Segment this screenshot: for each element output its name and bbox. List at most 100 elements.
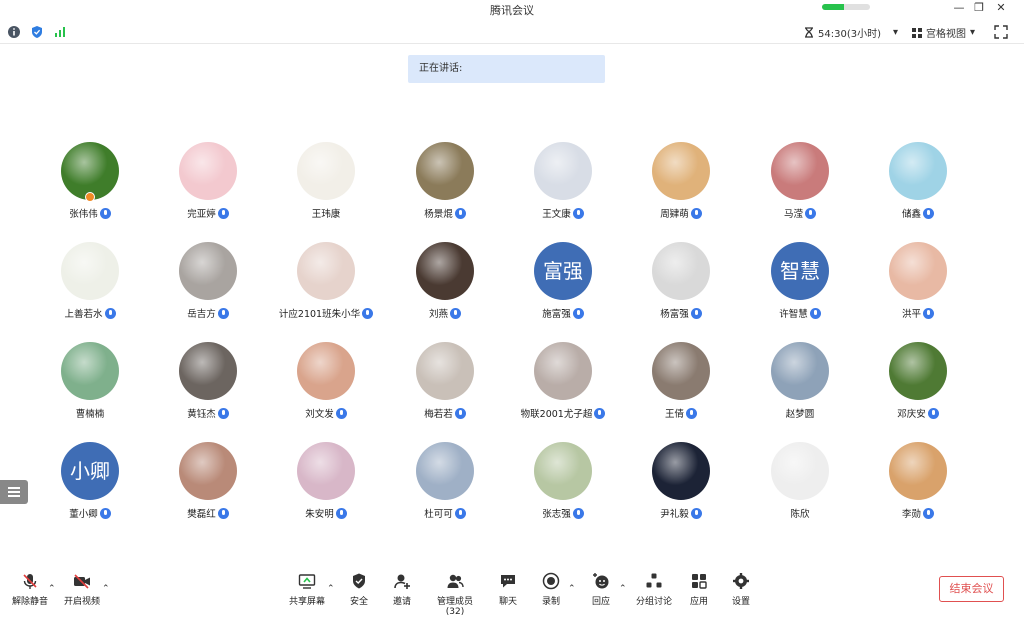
end-meeting-button[interactable]: 结束会议 [939,576,1004,602]
participant-tile[interactable]: 刘燕 [386,242,504,328]
apps-button[interactable]: 应用 [684,572,714,612]
grid-view-icon [912,27,922,38]
participant-name: 物联2001尤子超 [520,409,593,420]
participant-tile[interactable]: 完亚婷 [149,142,267,228]
info-icon[interactable] [7,25,21,39]
participant-name-line: 周肄萌 [622,206,740,220]
settings-button[interactable]: 设置 [726,572,756,612]
shield-icon[interactable] [30,25,44,39]
participant-tile[interactable]: 邓庆安 [859,342,977,428]
participant-avatar [416,442,474,500]
participant-avatar [179,342,237,400]
participant-name: 完亚婷 [187,209,216,220]
participant-avatar [652,242,710,300]
fullscreen-icon[interactable] [994,25,1008,39]
share-screen-button[interactable]: 共享屏幕 [286,572,328,612]
mic-status-icon [572,308,584,319]
participant-name-line: 邓庆安 [859,406,977,420]
participant-tile[interactable]: 马滢 [741,142,859,228]
restore-button[interactable]: ❐ [970,1,988,15]
record-button[interactable]: 录制 [534,572,568,612]
participant-tile[interactable]: 樊磊红 [149,442,267,528]
participant-tile[interactable]: 梅若若 [386,342,504,428]
mic-status-icon [217,508,229,519]
participant-tile[interactable]: 黄钰杰 [149,342,267,428]
participant-tile[interactable]: 曹楠楠 [31,342,149,428]
breakout-button[interactable]: 分组讨论 [632,572,676,612]
participant-tile[interactable]: 周肄萌 [622,142,740,228]
participant-avatar [179,442,237,500]
chat-button[interactable]: 聊天 [492,572,524,612]
mic-status-icon [99,208,111,219]
manage-members-button[interactable]: 管理成员(32) [428,572,482,617]
participant-tile[interactable]: 赵梦圆 [741,342,859,428]
participant-tile[interactable]: 杨富强 [622,242,740,328]
participant-tile[interactable]: 杜可可 [386,442,504,528]
participant-tile[interactable]: 王文康 [504,142,622,228]
mic-muted-icon [23,574,37,589]
participant-tile[interactable]: 储鑫 [859,142,977,228]
member-list-toggle[interactable] [0,480,28,504]
participant-tile[interactable]: 物联2001尤子超 [504,342,622,428]
participant-avatar [416,142,474,200]
participant-name-line: 董小卿 [31,506,149,520]
participant-tile[interactable]: 上善若水 [31,242,149,328]
record-options-caret[interactable]: ⌃ [568,584,576,594]
signal-icon[interactable] [53,25,67,39]
breakout-label: 分组讨论 [635,597,672,607]
reaction-label: 回应 [591,597,610,607]
view-mode-button[interactable]: 宫格视图 ▾ [912,25,975,40]
participant-name: 刘燕 [428,309,448,320]
meeting-toolbar: 解除静音 ⌃ 开启视频 ⌃ 共享屏幕 ⌃ 安全 邀请 管理成员(32) 聊天 录… [0,568,1024,617]
participant-tile[interactable]: 洪平 [859,242,977,328]
video-options-caret[interactable]: ⌃ [102,584,110,594]
security-button[interactable]: 安全 [342,572,376,612]
participant-avatar [179,142,237,200]
participant-tile[interactable]: 岳吉方 [149,242,267,328]
participant-name-line: 黄钰杰 [149,406,267,420]
participant-tile[interactable]: 刘文发 [267,342,385,428]
participant-name-line: 张志强 [504,506,622,520]
participant-tile[interactable]: 张伟伟 [31,142,149,228]
participant-tile[interactable]: 陈欣 [741,442,859,528]
window-title: 腾讯会议 [490,4,534,17]
participant-tile[interactable]: 王倩 [622,342,740,428]
participant-name: 杨富强 [660,309,689,320]
participant-tile[interactable]: 朱安明 [267,442,385,528]
participant-avatar [61,342,119,400]
mic-status-icon [572,208,584,219]
view-mode-label: 宫格视图 [926,29,966,40]
participant-tile[interactable]: 张志强 [504,442,622,528]
participant-avatar [297,442,355,500]
participant-tile[interactable]: 杨景焜 [386,142,504,228]
minimize-button[interactable]: — [950,1,968,15]
participant-avatar: 富强 [534,242,592,300]
participant-name: 王玮康 [311,209,341,220]
start-video-button[interactable]: 开启视频 [60,572,104,612]
mic-status-icon [690,208,702,219]
participant-tile[interactable]: 李勋 [859,442,977,528]
record-icon [542,572,560,590]
participant-tile[interactable]: 小卿 董小卿 [31,442,149,528]
participant-tile[interactable]: 计应2101班朱小华 [267,242,385,328]
participant-tile[interactable]: 尹礼毅 [622,442,740,528]
share-options-caret[interactable]: ⌃ [327,584,335,594]
audio-options-caret[interactable]: ⌃ [48,584,56,594]
participant-avatar [652,442,710,500]
unmute-button[interactable]: 解除静音 [8,572,52,612]
unmute-label: 解除静音 [11,597,48,607]
participant-tile[interactable]: 智慧 许智慧 [741,242,859,328]
close-button[interactable]: ✕ [992,1,1010,15]
participant-avatar [771,442,829,500]
participant-name-line: 曹楠楠 [31,406,149,420]
participant-tile[interactable]: 富强 施富强 [504,242,622,328]
mic-status-icon [335,508,347,519]
participant-name: 洪平 [901,309,921,320]
meeting-timer[interactable]: 54:30(3小时) ▾ [804,25,898,40]
reaction-options-caret[interactable]: ⌃ [619,584,627,594]
participant-tile[interactable]: 王玮康 [267,142,385,228]
participant-avatar [416,242,474,300]
participant-name-line: 岳吉方 [149,306,267,320]
invite-button[interactable]: 邀请 [386,572,418,612]
reaction-button[interactable]: 回应 [584,572,618,612]
